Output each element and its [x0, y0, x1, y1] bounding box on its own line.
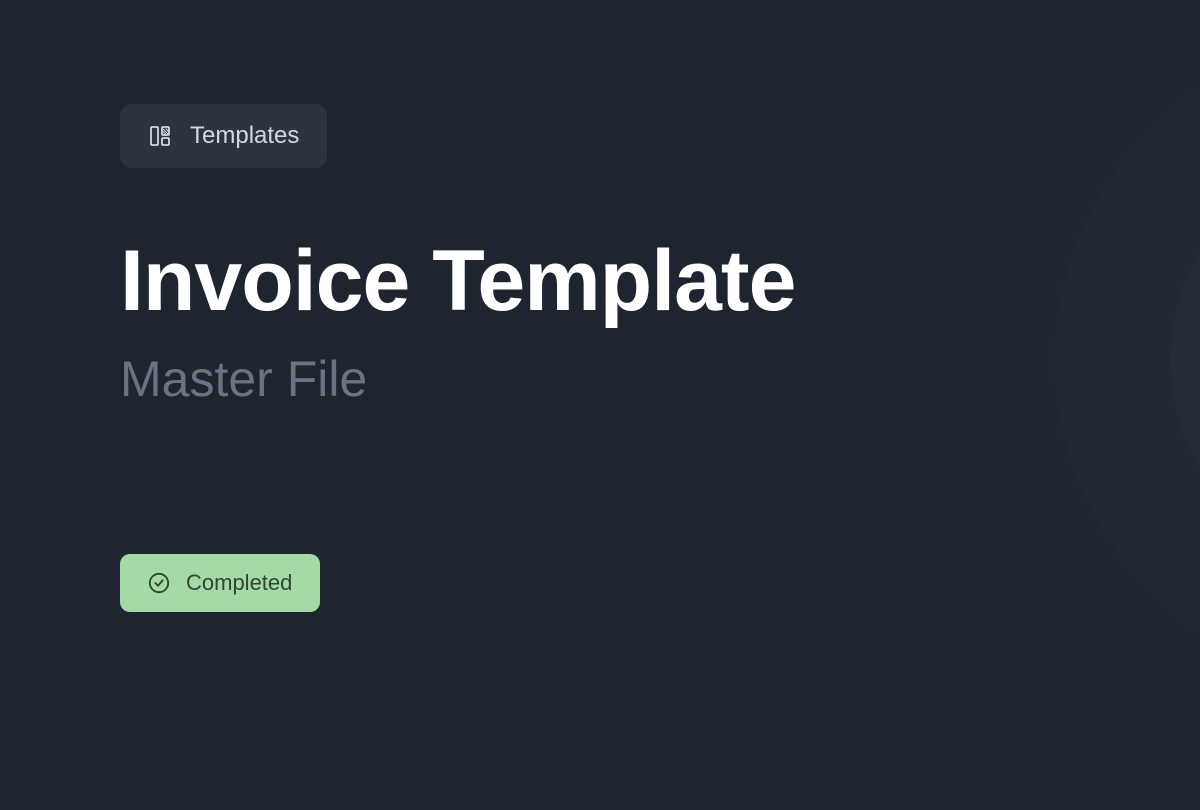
category-label: Templates — [190, 122, 299, 150]
templates-icon — [148, 124, 172, 148]
title-section: Invoice Template Master File — [120, 236, 1080, 408]
status-badge: Completed — [120, 554, 320, 612]
page-title: Invoice Template — [120, 236, 1080, 326]
check-circle-icon — [148, 572, 170, 594]
page-subtitle: Master File — [120, 350, 1080, 408]
status-label: Completed — [186, 570, 292, 596]
main-content: Templates Invoice Template Master File C… — [0, 0, 1200, 720]
category-badge: Templates — [120, 104, 327, 168]
